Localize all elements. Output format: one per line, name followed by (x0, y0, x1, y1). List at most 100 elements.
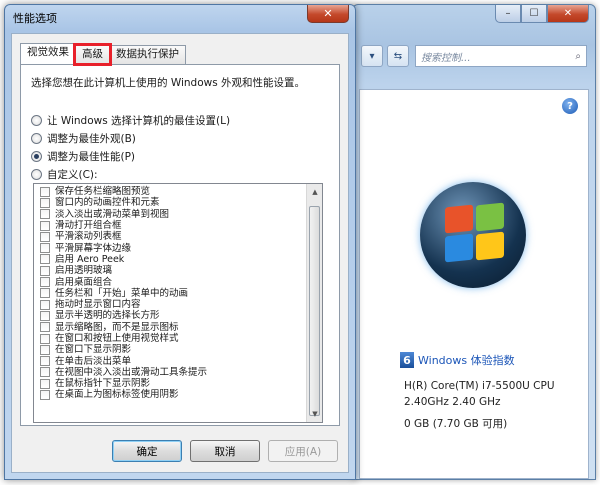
options-list: 保存任务栏缩略图预览 窗口内的动画控件和元素 淡入淡出或滑动菜单到视图 滑动打开… (34, 186, 306, 401)
option-label: 显示缩略图，而不是显示图标 (55, 321, 179, 333)
help-icon[interactable]: ? (562, 98, 578, 114)
search-icon[interactable]: ⌕ (575, 51, 581, 62)
list-item[interactable]: 平滑滚动列表框 (34, 231, 306, 242)
option-label: 淡入淡出或滑动菜单到视图 (55, 208, 170, 220)
checkbox[interactable] (40, 322, 50, 333)
checkbox[interactable] (40, 378, 50, 389)
checkbox[interactable] (40, 209, 50, 220)
search-placeholder: 搜索控制... (421, 52, 471, 64)
logo-green-pane (476, 202, 504, 232)
list-item[interactable]: 启用 Aero Peek (34, 254, 306, 265)
list-scrollbar[interactable]: ▲ ▼ (306, 184, 322, 422)
radio-label: 自定义(C): (47, 169, 98, 181)
option-label: 拖动时显示窗口内容 (55, 299, 141, 311)
checkbox[interactable] (40, 220, 50, 231)
ok-button[interactable]: 确定 (112, 440, 182, 462)
visual-effects-panel: 选择您想在此计算机上使用的 Windows 外观和性能设置。 让 Windows… (20, 64, 340, 426)
checkbox[interactable] (40, 288, 50, 299)
list-item[interactable]: 淡入淡出或滑动菜单到视图 (34, 209, 306, 220)
option-label: 在窗口和按钮上使用视觉样式 (55, 333, 179, 344)
list-item[interactable]: 显示缩略图，而不是显示图标 (34, 322, 306, 333)
radio-custom[interactable]: 自定义(C): (31, 167, 98, 182)
list-item[interactable]: 启用透明玻璃 (34, 265, 306, 276)
checkbox[interactable] (40, 299, 50, 310)
logo-blue-pane (445, 233, 473, 263)
list-item[interactable]: 窗口内的动画控件和元素 (34, 197, 306, 208)
windows-logo-icon (420, 182, 526, 288)
list-item[interactable]: 在窗口和按钮上使用视觉样式 (34, 333, 306, 344)
option-label: 启用透明玻璃 (55, 265, 113, 277)
option-label: 在单击后淡出菜单 (55, 355, 132, 367)
cpu-speed-spec: 2.40GHz 2.40 GHz (404, 396, 501, 408)
list-item[interactable]: 保存任务栏缩略图预览 (34, 186, 306, 197)
list-item[interactable]: 滑动打开组合框 (34, 220, 306, 231)
visual-effects-list[interactable]: 保存任务栏缩略图预览 窗口内的动画控件和元素 淡入淡出或滑动菜单到视图 滑动打开… (33, 183, 323, 423)
radio-label: 让 Windows 选择计算机的最佳设置(L) (47, 115, 231, 127)
tab-visual-effects[interactable]: 视觉效果 (20, 43, 76, 64)
scroll-thumb[interactable] (309, 206, 320, 416)
apply-button[interactable]: 应用(A) (268, 440, 338, 462)
radio-button-icon[interactable] (31, 133, 42, 144)
list-item[interactable]: 在窗口下显示阴影 (34, 344, 306, 355)
wei-row: 6 Windows 体验指数 (400, 352, 515, 368)
scroll-up-arrow-icon[interactable]: ▲ (307, 184, 322, 200)
option-label: 平滑滚动列表框 (55, 231, 122, 243)
option-label: 启用桌面组合 (55, 276, 113, 288)
checkbox[interactable] (40, 254, 50, 265)
list-item[interactable]: 显示半透明的选择长方形 (34, 310, 306, 321)
dropdown-arrow-icon[interactable]: ▾ (361, 45, 383, 67)
close-button[interactable]: ✕ (547, 5, 589, 23)
checkbox[interactable] (40, 186, 50, 197)
list-item[interactable]: 在桌面上为图标标签使用阴影 (34, 389, 306, 400)
tab-strip: 视觉效果 高级 数据执行保护 (20, 43, 186, 66)
checkbox[interactable] (40, 310, 50, 321)
checkbox[interactable] (40, 367, 50, 378)
tab-advanced[interactable]: 高级 (73, 43, 112, 66)
checkbox[interactable] (40, 344, 50, 355)
tab-data-execution-prevention[interactable]: 数据执行保护 (109, 45, 186, 64)
radio-button-icon[interactable] (31, 115, 42, 126)
checkbox[interactable] (40, 265, 50, 276)
list-item[interactable]: 在单击后淡出菜单 (34, 355, 306, 367)
system-content: ? 6 Windows 体验指数 H(R) Core(TM) i7-5500U … (359, 89, 589, 479)
refresh-icon[interactable]: ⇆ (387, 45, 409, 67)
radio-best-performance[interactable]: 调整为最佳性能(P) (31, 149, 135, 164)
dialog-title: 性能选项 (13, 12, 57, 25)
list-item[interactable]: 在视图中淡入淡出或滑动工具条提示 (34, 367, 306, 378)
checkbox[interactable] (40, 197, 50, 208)
checkbox[interactable] (40, 356, 50, 367)
list-item[interactable]: 拖动时显示窗口内容 (34, 299, 306, 310)
logo-yellow-pane (476, 231, 504, 261)
address-row: ▾ ⇆ 搜索控制... ⌕ (361, 45, 587, 67)
radio-let-windows-choose[interactable]: 让 Windows 选择计算机的最佳设置(L) (31, 113, 230, 128)
radio-button-selected-icon[interactable] (31, 151, 42, 162)
list-item[interactable]: 平滑屏幕字体边缘 (34, 242, 306, 254)
maximize-button[interactable]: ☐ (521, 5, 547, 23)
cancel-button[interactable]: 取消 (190, 440, 260, 462)
checkbox[interactable] (40, 231, 50, 242)
scroll-down-arrow-icon[interactable]: ▼ (307, 406, 322, 422)
minimize-button[interactable]: – (495, 5, 521, 23)
list-item[interactable]: 启用桌面组合 (34, 276, 306, 288)
list-item[interactable]: 在鼠标指针下显示阴影 (34, 378, 306, 389)
checkbox[interactable] (40, 389, 50, 400)
checkbox[interactable] (40, 333, 50, 344)
list-item[interactable]: 任务栏和「开始」菜单中的动画 (34, 288, 306, 299)
system-window: – ☐ ✕ ▾ ⇆ 搜索控制... ⌕ ? 6 Windows 体验指数 H(R… (352, 4, 596, 480)
dialog-close-button[interactable]: ✕ (307, 5, 349, 23)
logo-red-pane (445, 204, 473, 234)
radio-best-appearance[interactable]: 调整为最佳外观(B) (31, 131, 136, 146)
option-label: 滑动打开组合框 (55, 220, 122, 232)
wei-score-badge: 6 (400, 352, 414, 368)
checkbox[interactable] (40, 277, 50, 288)
radio-button-icon[interactable] (31, 169, 42, 180)
search-input[interactable]: 搜索控制... ⌕ (415, 45, 587, 67)
option-label: 显示半透明的选择长方形 (55, 310, 160, 322)
radio-label: 调整为最佳外观(B) (47, 133, 136, 145)
wei-link[interactable]: Windows 体验指数 (418, 352, 515, 368)
option-label: 窗口内的动画控件和元素 (55, 197, 160, 209)
checkbox[interactable] (40, 243, 50, 254)
option-label: 启用 Aero Peek (55, 253, 125, 265)
option-label: 保存任务栏缩略图预览 (55, 186, 151, 198)
option-label: 平滑屏幕字体边缘 (55, 242, 132, 254)
